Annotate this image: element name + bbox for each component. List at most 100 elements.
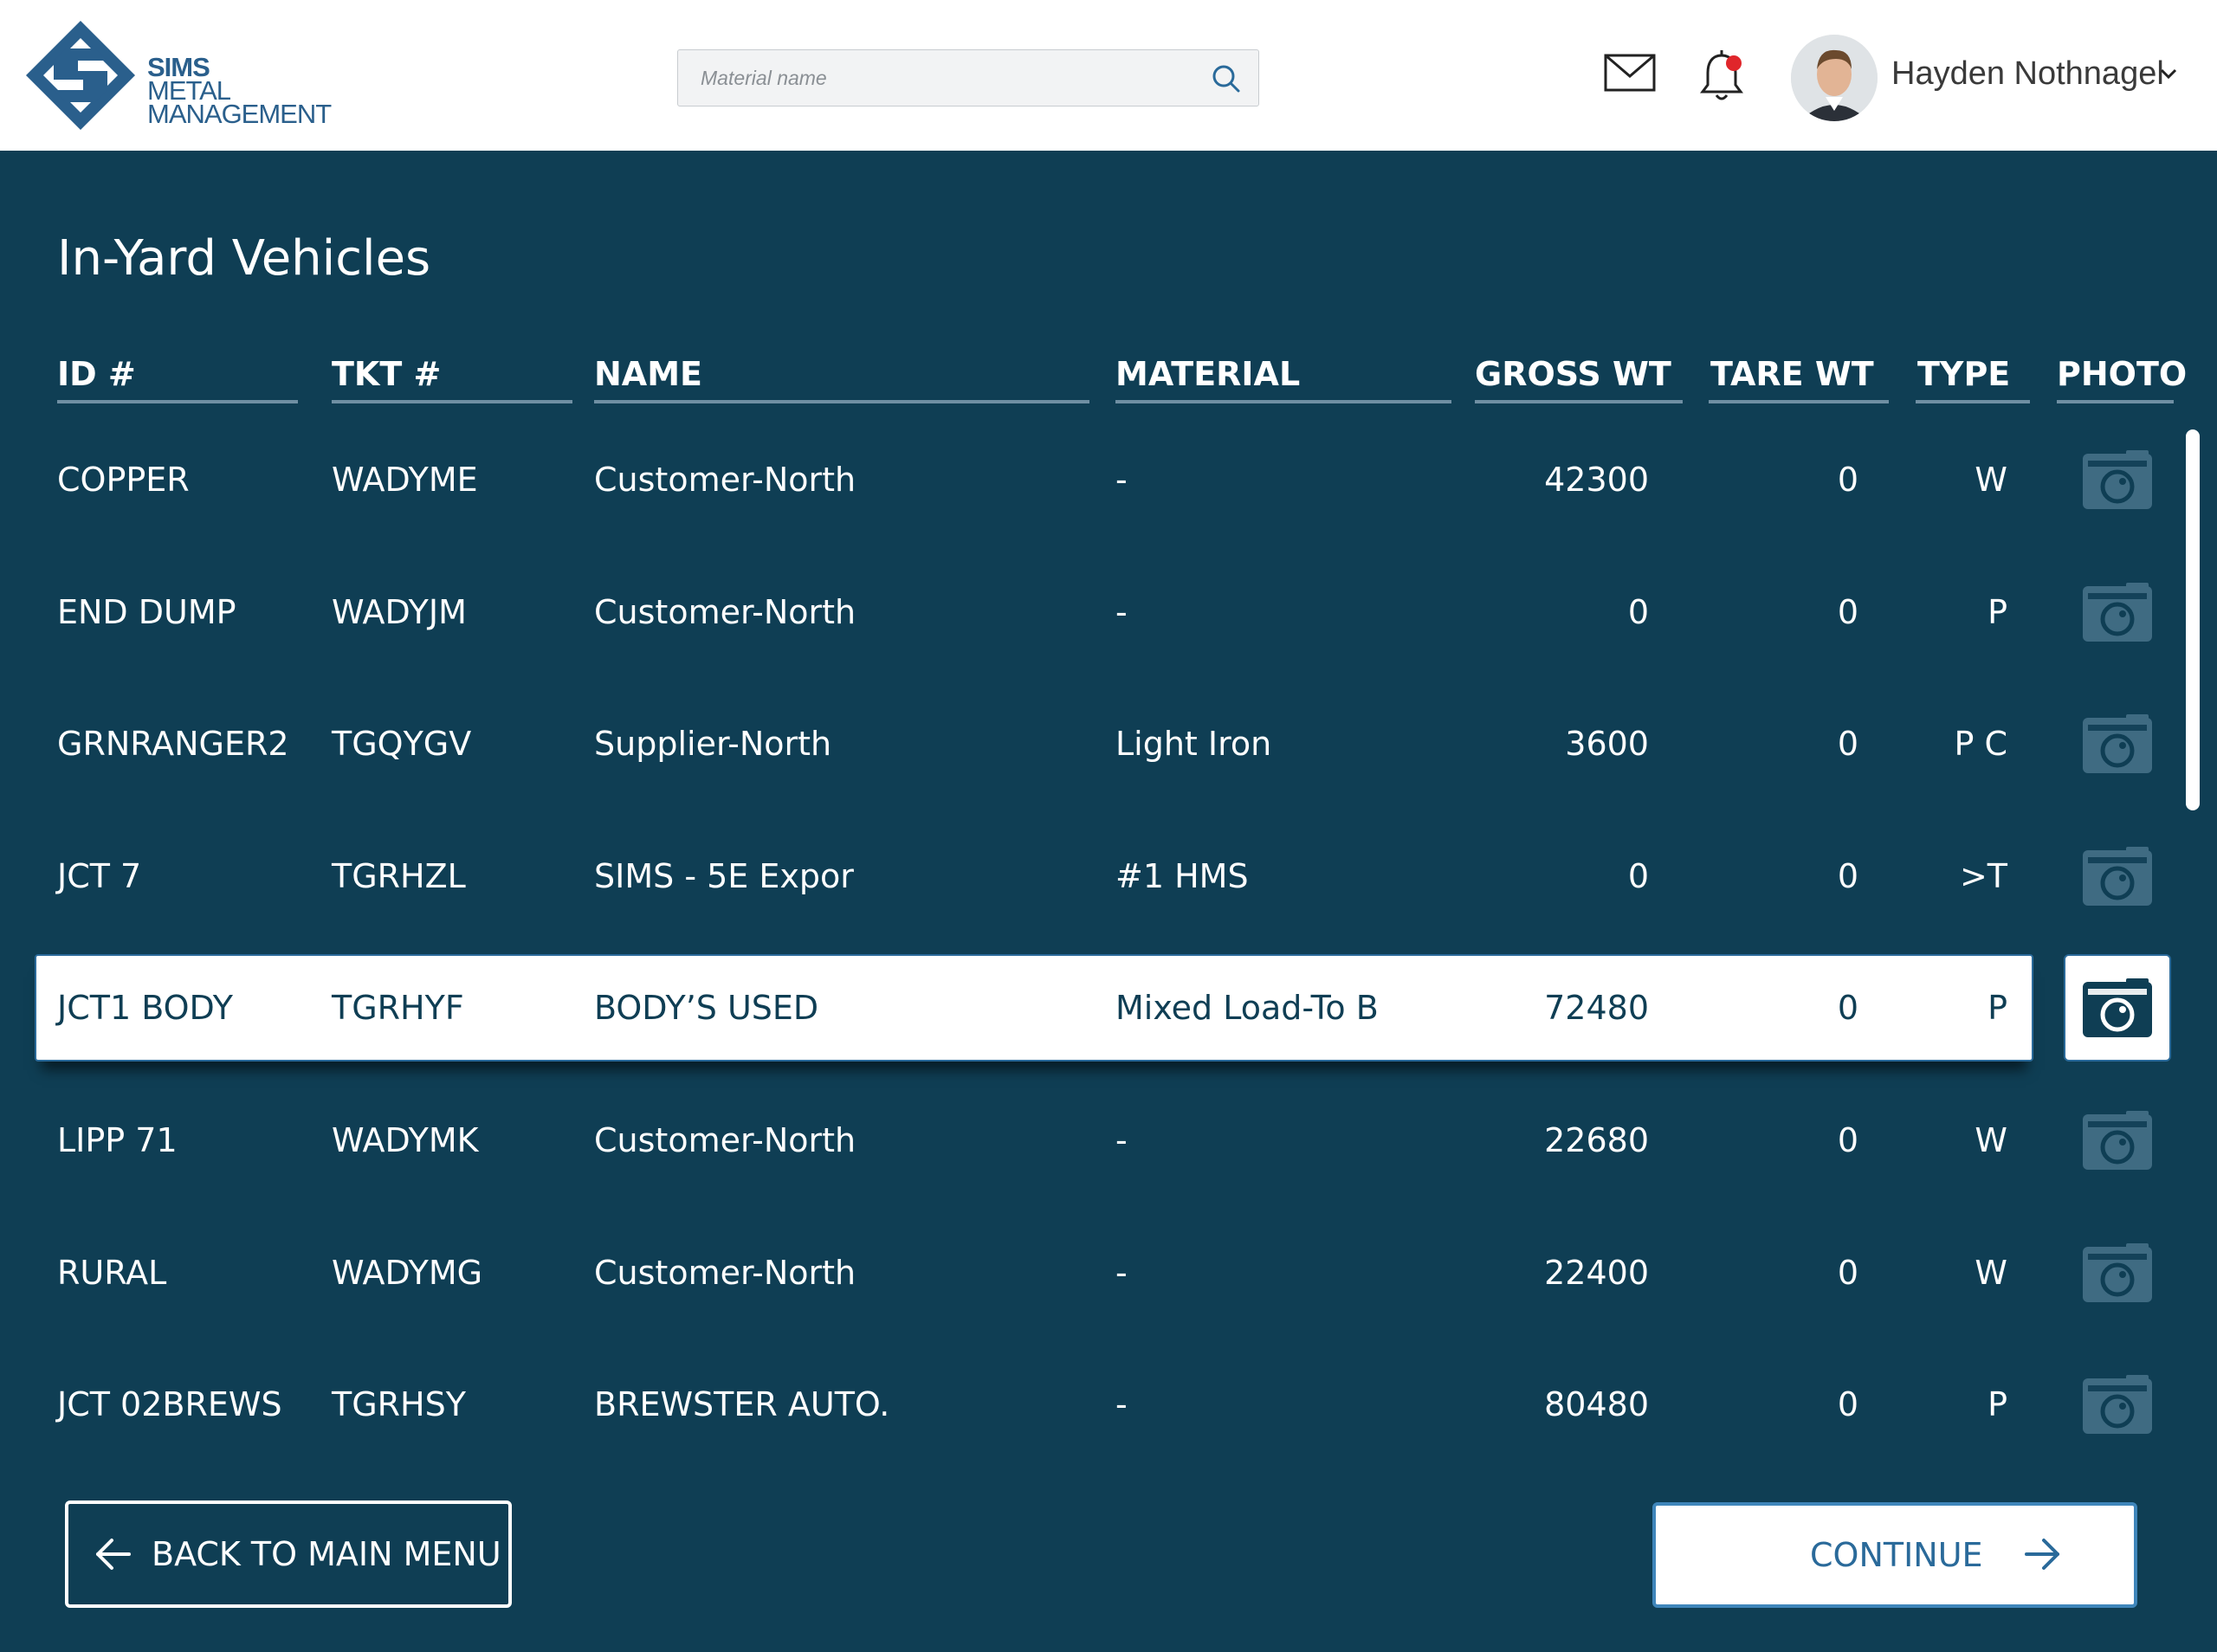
- cell-gross-wt: 22400: [1544, 1254, 1649, 1292]
- cell-type: P: [1988, 1385, 2007, 1423]
- search-icon[interactable]: [1210, 62, 1243, 95]
- table-row[interactable]: RURAL WADYMG Customer-North - 22400 0 W: [0, 1219, 2152, 1326]
- scrollbar[interactable]: [2186, 429, 2200, 810]
- cell-gross-wt: 0: [1627, 857, 1649, 895]
- cell-name: SIMS - 5E Expor: [594, 857, 854, 895]
- header-underline: [57, 400, 298, 403]
- cell-id: END DUMP: [57, 593, 236, 631]
- continue-button-label: CONTINUE: [1810, 1536, 1983, 1574]
- cell-name: Customer-North: [594, 461, 856, 499]
- column-header-name[interactable]: NAME: [594, 355, 702, 393]
- cell-id: COPPER: [57, 461, 190, 499]
- cell-name: Customer-North: [594, 593, 856, 631]
- cell-tkt: WADYMG: [332, 1254, 483, 1292]
- column-header-tare-wt[interactable]: TARE WT: [1710, 355, 1874, 393]
- cell-material: -: [1115, 1254, 1128, 1292]
- column-header-material[interactable]: MATERIAL: [1115, 355, 1300, 393]
- cell-material: Light Iron: [1115, 725, 1272, 763]
- cell-tare-wt: 0: [1837, 1254, 1858, 1292]
- cell-tare-wt: 0: [1837, 989, 1858, 1027]
- column-header-photo[interactable]: PHOTO: [2057, 355, 2187, 393]
- table-row[interactable]: END DUMP WADYJM Customer-North - 0 0 P: [0, 558, 2152, 666]
- column-header-type[interactable]: TYPE: [1917, 355, 2010, 393]
- cell-id: JCT 7: [57, 857, 142, 895]
- top-header: SIMS METAL MANAGEMENT Hayden Nothnagel: [0, 0, 2217, 151]
- logo-wordmark: SIMS METAL MANAGEMENT: [147, 54, 332, 129]
- cell-gross-wt: 3600: [1565, 725, 1649, 763]
- back-to-main-menu-button[interactable]: BACK TO MAIN MENU: [65, 1500, 512, 1608]
- cell-material: -: [1115, 1121, 1128, 1159]
- camera-icon[interactable]: [2081, 1373, 2154, 1439]
- user-avatar-icon: [1791, 35, 1878, 121]
- camera-icon[interactable]: [2081, 845, 2154, 911]
- continue-button[interactable]: CONTINUE: [1652, 1502, 2137, 1608]
- table-row[interactable]: GRNRANGER2 TGQYGV Supplier-North Light Iron…: [0, 690, 2152, 797]
- camera-icon[interactable]: [2081, 1109, 2154, 1175]
- cell-tkt: WADYME: [332, 461, 478, 499]
- table-row[interactable]: LIPP 71 WADYMK Customer-North - 22680 0 W: [0, 1087, 2152, 1194]
- sims-logo[interactable]: SIMS METAL MANAGEMENT: [24, 19, 336, 140]
- cell-name: Customer-North: [594, 1254, 856, 1292]
- cell-name: BODY’S USED: [594, 989, 819, 1027]
- cell-tare-wt: 0: [1837, 593, 1858, 631]
- cell-type: >T: [1959, 857, 2007, 895]
- cell-tare-wt: 0: [1837, 857, 1858, 895]
- cell-tkt: TGRHYF: [332, 989, 464, 1027]
- arrow-left-icon: [96, 1539, 131, 1570]
- chevron-down-icon[interactable]: [2160, 68, 2177, 80]
- back-button-label: BACK TO MAIN MENU: [152, 1535, 501, 1573]
- cell-tkt: WADYJM: [332, 593, 467, 631]
- bell-icon[interactable]: [1699, 48, 1746, 104]
- cell-type: W: [1975, 1121, 2007, 1159]
- cell-material: -: [1115, 1385, 1128, 1423]
- cell-material: #1 HMS: [1115, 857, 1249, 895]
- cell-id: JCT 02BREWS: [57, 1385, 282, 1423]
- header-underline: [1115, 400, 1451, 403]
- cell-gross-wt: 42300: [1544, 461, 1649, 499]
- cell-material: Mixed Load-To B: [1115, 989, 1379, 1027]
- cell-tkt: WADYMK: [332, 1121, 479, 1159]
- camera-icon[interactable]: [2081, 448, 2154, 514]
- avatar[interactable]: [1791, 35, 1878, 121]
- cell-material: -: [1115, 593, 1128, 631]
- cell-tkt: TGQYGV: [332, 725, 472, 763]
- header-underline: [1916, 400, 2030, 403]
- cell-name: Customer-North: [594, 1121, 856, 1159]
- cell-name: Supplier-North: [594, 725, 832, 763]
- column-header-id[interactable]: ID #: [57, 355, 136, 393]
- cell-id: JCT1 BODY: [57, 989, 233, 1027]
- photo-button[interactable]: [2064, 954, 2171, 1062]
- cell-id: GRNRANGER2: [57, 725, 289, 763]
- cell-type: P: [1988, 593, 2007, 631]
- notification-dot: [1726, 55, 1742, 71]
- cell-tare-wt: 0: [1837, 1121, 1858, 1159]
- sims-logo-mark-icon: [26, 21, 135, 130]
- cell-id: LIPP 71: [57, 1121, 178, 1159]
- table-row[interactable]: JCT 02BREWS TGRHSY BREWSTER AUTO. - 80480 0 P: [0, 1351, 2152, 1458]
- cell-type: W: [1975, 461, 2007, 499]
- header-underline: [1475, 400, 1683, 403]
- table-row[interactable]: JCT 7 TGRHZL SIMS - 5E Expor #1 HMS 0 0 >T: [0, 823, 2152, 930]
- camera-icon[interactable]: [2081, 713, 2154, 778]
- header-underline: [1709, 400, 1889, 403]
- column-header-gross-wt[interactable]: GROSS WT: [1475, 355, 1671, 393]
- camera-icon[interactable]: [2081, 581, 2154, 647]
- user-name[interactable]: Hayden Nothnagel: [1891, 55, 2164, 93]
- table-row[interactable]: COPPER WADYME Customer-North - 42300 0 W: [0, 426, 2152, 533]
- cell-gross-wt: 0: [1627, 593, 1649, 631]
- search-input[interactable]: [678, 50, 1203, 106]
- cell-tare-wt: 0: [1837, 461, 1858, 499]
- logo-line-management: MANAGEMENT: [147, 99, 332, 129]
- cell-tare-wt: 0: [1837, 1385, 1858, 1423]
- camera-icon: [2081, 977, 2154, 1042]
- header-underline: [594, 400, 1089, 403]
- mail-icon[interactable]: [1604, 54, 1656, 92]
- cell-type: P: [1988, 989, 2007, 1027]
- table-row[interactable]: JCT1 BODY TGRHYF BODY’S USED Mixed Load-To …: [0, 954, 2171, 1062]
- cell-gross-wt: 22680: [1544, 1121, 1649, 1159]
- camera-icon[interactable]: [2081, 1242, 2154, 1307]
- search-bar: [677, 49, 1259, 106]
- header-underline: [332, 400, 572, 403]
- cell-gross-wt: 72480: [1544, 989, 1649, 1027]
- column-header-tkt[interactable]: TKT #: [332, 355, 441, 393]
